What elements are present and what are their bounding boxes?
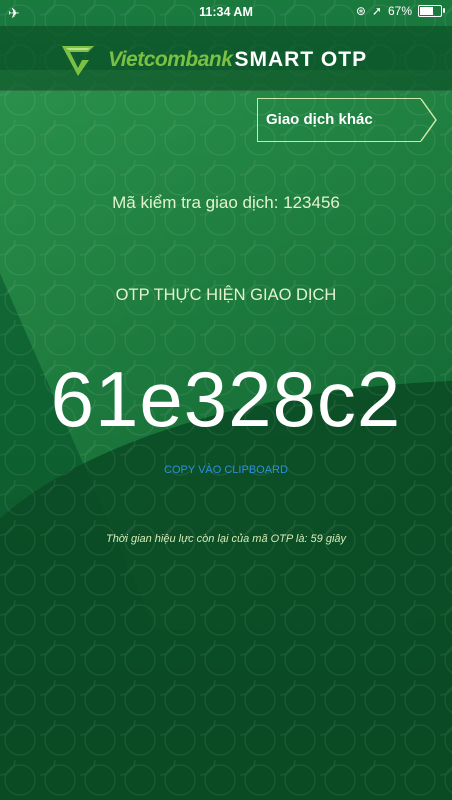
orientation-lock-icon: ⊛: [355, 4, 366, 18]
status-bar: ✈ 11:34 AM ⊛ ➚ 67%: [0, 0, 452, 26]
battery-percent: 67%: [387, 4, 412, 18]
other-transaction-button[interactable]: Giao dịch khác: [257, 98, 437, 142]
brand-title: Vietcombank SMART OTP: [108, 48, 367, 72]
battery-icon: [418, 5, 445, 17]
otp-validity-text: Thời gian hiệu lực còn lại của mã OTP là…: [105, 533, 347, 545]
otp-title: OTP THỰC HIỆN GIAO DỊCH: [115, 286, 337, 304]
other-transaction-label: Giao dịch khác: [266, 111, 373, 128]
vietcombank-logo-icon: [62, 46, 94, 76]
arrow-right-icon: [420, 98, 437, 141]
location-icon: ➚: [371, 4, 382, 18]
check-code-text: Mã kiểm tra giao dịch: 123456: [112, 193, 340, 212]
app-header: Vietcombank SMART OTP: [0, 26, 452, 91]
product-name: SMART OTP: [234, 48, 368, 71]
smart-otp-screen: ✈ 11:34 AM ⊛ ➚ 67% Vietcombank SMART OTP…: [0, 0, 452, 800]
copy-to-clipboard-link[interactable]: COPY VÀO CLIPBOARD: [0, 464, 452, 476]
status-right: ⊛ ➚ 67%: [355, 4, 445, 18]
otp-code: 61e328c2: [50, 355, 402, 443]
brand-name: Vietcombank: [108, 48, 233, 71]
